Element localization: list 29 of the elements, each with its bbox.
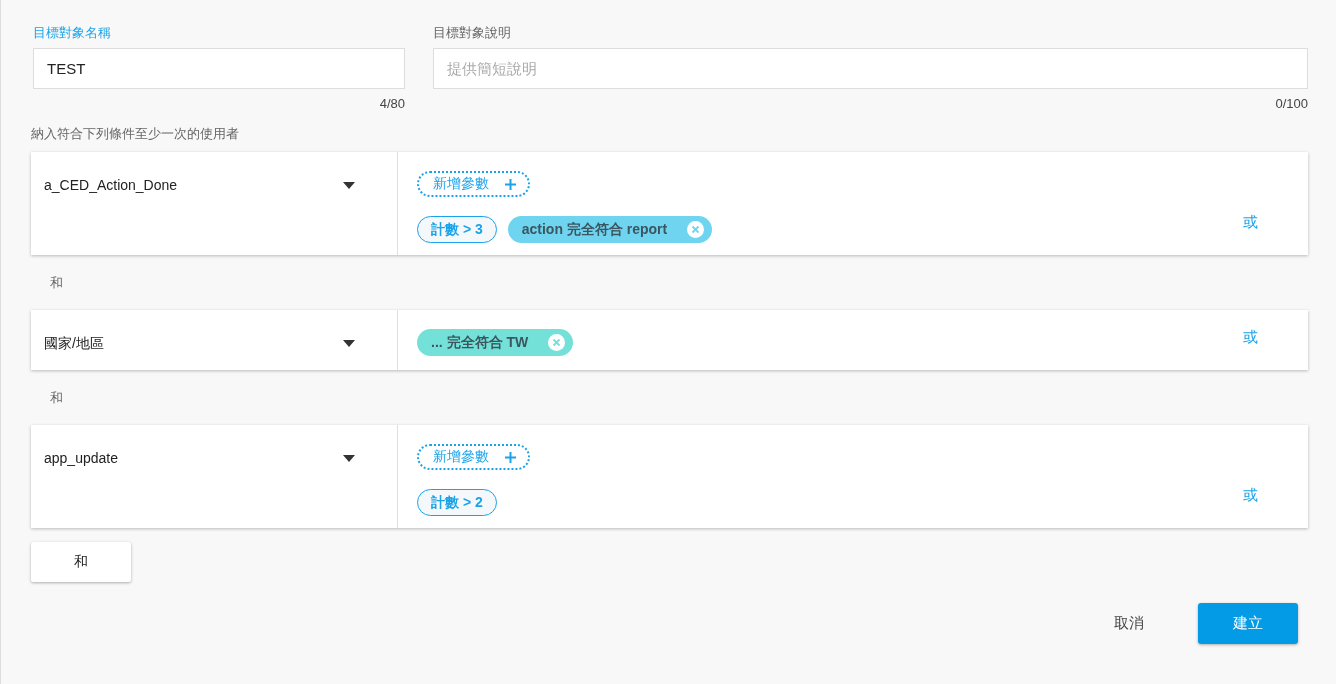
and-button[interactable]: 和 (31, 542, 131, 582)
cancel-button[interactable]: 取消 (1100, 606, 1158, 641)
event-name[interactable]: a_CED_Action_Done (44, 177, 343, 193)
plus-icon (505, 178, 516, 190)
add-parameter-button[interactable]: 新增參數 (417, 444, 530, 470)
or-link[interactable]: 或 (1243, 329, 1258, 345)
and-label: 和 (49, 389, 64, 407)
character-counter: 4/80 (379, 96, 405, 111)
add-parameter-button[interactable]: 新增參數 (417, 171, 530, 197)
event-name[interactable]: 國家/地區 (44, 335, 343, 351)
dropdown-caret-icon[interactable] (343, 455, 355, 462)
dropdown-caret-icon[interactable] (343, 182, 355, 189)
field-label: 目標對象名稱 (33, 24, 112, 42)
filter-chip[interactable]: action 完全符合 report (507, 216, 713, 243)
text-field[interactable]: 提供簡短說明 (433, 48, 1308, 89)
event-name[interactable]: app_update (44, 450, 343, 466)
or-link[interactable]: 或 (1243, 487, 1258, 503)
text-field[interactable]: TEST (33, 48, 405, 89)
count-chip[interactable]: 計數 > 2 (417, 489, 497, 516)
filter-chip[interactable]: ... 完全符合 TW (417, 329, 574, 356)
and-label: 和 (49, 274, 64, 292)
character-counter: 0/100 (1275, 96, 1308, 111)
or-link[interactable]: 或 (1243, 214, 1258, 230)
plus-icon (505, 451, 516, 463)
create-button[interactable]: 建立 (1198, 603, 1298, 644)
conditions-heading: 納入符合下列條件至少一次的使用者 (31, 125, 240, 143)
count-chip[interactable]: 計數 > 3 (417, 216, 497, 243)
field-label: 目標對象說明 (433, 24, 512, 42)
dropdown-caret-icon[interactable] (343, 340, 355, 347)
